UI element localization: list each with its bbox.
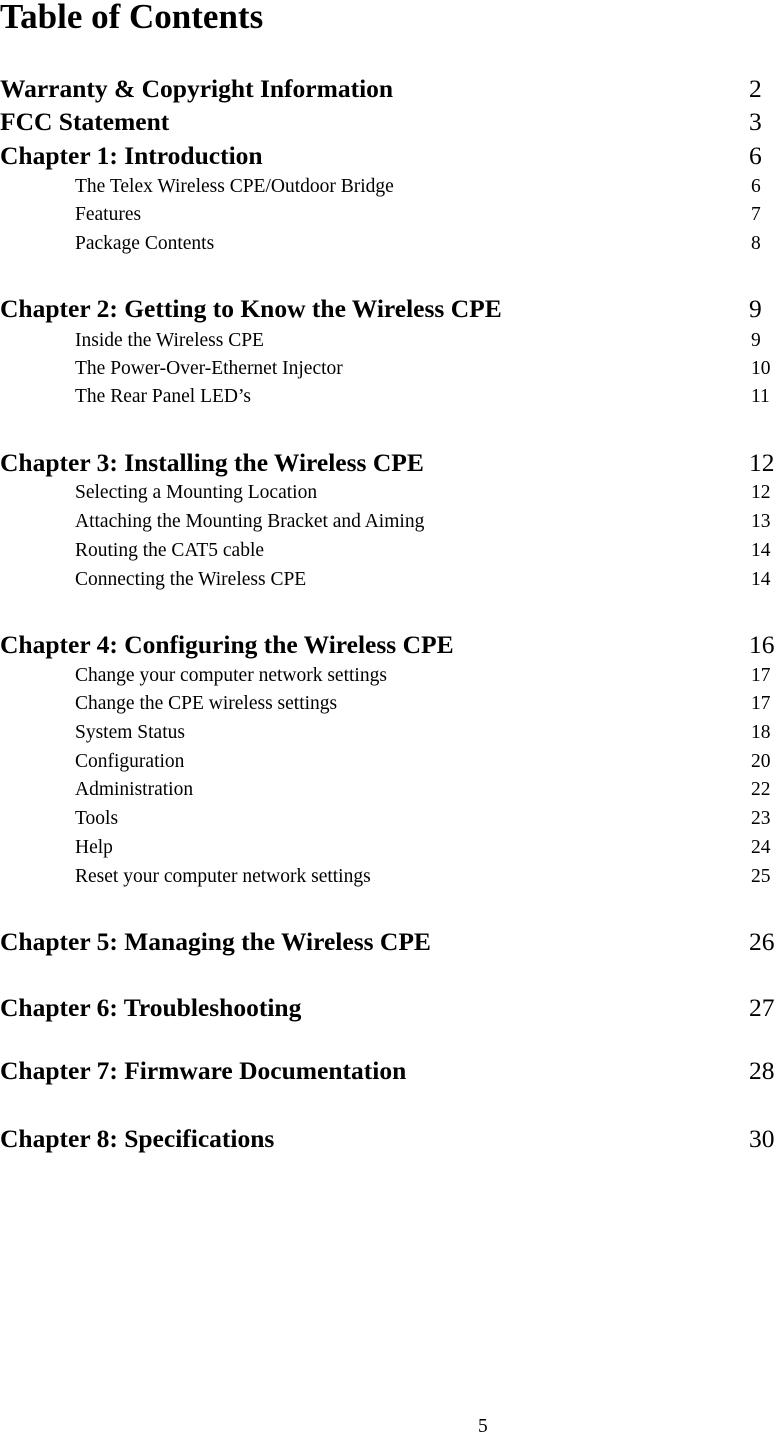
toc-section[interactable]: Help 24 [0,836,777,866]
toc-section-page: 9 [751,330,761,351]
toc-chapter-page: 26 [749,927,775,956]
toc-section[interactable]: Attaching the Mounting Bracket and Aimin… [0,510,777,540]
toc-entry-page: 2 [749,74,762,103]
toc-chapter-page: 6 [749,141,762,170]
toc-section[interactable]: System Status 18 [0,721,777,751]
toc-section-label: Selecting a Mounting Location [75,482,318,503]
toc-section-page: 6 [751,176,761,197]
toc-section[interactable]: Connecting the Wireless CPE 14 [0,568,777,598]
toc-section-label: Change the CPE wireless settings [75,693,338,714]
toc-section-label: Configuration [75,751,185,772]
toc-section-label: Package Contents [75,233,215,254]
toc-section-page: 24 [751,837,771,858]
toc-section-page: 20 [751,751,771,772]
toc-section-label: Inside the Wireless CPE [75,330,264,351]
toc-chapter-5[interactable]: Chapter 5: Managing the Wireless CPE 26 [0,927,777,957]
toc-section[interactable]: Routing the CAT5 cable 14 [0,539,777,569]
toc-section[interactable]: Change your computer network settings 17 [0,664,777,694]
toc-section-page: 8 [751,233,761,254]
toc-section[interactable]: Features 7 [0,203,777,233]
toc-section-page: 17 [751,665,771,686]
toc-chapter-label: Chapter 8: Specifications [0,1124,275,1153]
toc-section-page: 17 [751,693,771,714]
toc-chapter-label: Chapter 5: Managing the Wireless CPE [0,927,431,956]
toc-section-label: Change your computer network settings [75,665,387,686]
toc-chapter-label: Chapter 4: Configuring the Wireless CPE [0,630,454,659]
toc-entry-page: 3 [749,107,762,136]
toc-chapter-label: Chapter 1: Introduction [0,141,263,170]
toc-section[interactable]: The Rear Panel LED’s 11 [0,385,777,415]
toc-section-page: 14 [751,569,771,590]
toc-chapter-label: Chapter 6: Troubleshooting [0,993,302,1022]
toc-chapter-page: 9 [749,294,762,323]
toc-section-page: 11 [751,386,770,407]
toc-chapter-6[interactable]: Chapter 6: Troubleshooting 27 [0,993,777,1023]
toc-section[interactable]: Administration 22 [0,778,777,808]
toc-section-label: Tools [75,808,119,829]
toc-section-label: Connecting the Wireless CPE [75,569,307,590]
toc-section[interactable]: Change the CPE wireless settings 17 [0,692,777,722]
toc-section-page: 23 [751,808,771,829]
toc-section-label: Administration [75,779,194,800]
toc-section-page: 10 [751,358,771,379]
toc-chapter-label: Chapter 3: Installing the Wireless CPE [0,448,424,477]
toc-section-label: Help [75,837,113,858]
toc-section-page: 22 [751,779,771,800]
toc-section-label: Routing the CAT5 cable [75,540,265,561]
toc-chapter-page: 28 [749,1056,775,1085]
toc-entry-warranty[interactable]: Warranty & Copyright Information 2 [0,74,777,104]
toc-entry-label: Warranty & Copyright Information [0,74,394,103]
toc-section-page: 25 [751,866,771,887]
toc-section-page: 13 [751,511,771,532]
toc-section-page: 7 [751,204,761,225]
toc-chapter-label: Chapter 2: Getting to Know the Wireless … [0,294,502,323]
toc-chapter-page: 16 [749,630,775,659]
toc-section-label: Attaching the Mounting Bracket and Aimin… [75,511,425,532]
toc-chapter-page: 27 [749,993,775,1022]
toc-entry-label: FCC Statement [0,107,170,136]
toc-chapter-page: 12 [749,448,775,477]
toc-chapter-3[interactable]: Chapter 3: Installing the Wireless CPE 1… [0,448,777,478]
toc-chapter-2[interactable]: Chapter 2: Getting to Know the Wireless … [0,294,777,324]
toc-chapter-1[interactable]: Chapter 1: Introduction 6 [0,141,777,171]
toc-section[interactable]: The Telex Wireless CPE/Outdoor Bridge 6 [0,175,777,205]
toc-section-label: The Rear Panel LED’s [75,386,251,407]
toc-chapter-4[interactable]: Chapter 4: Configuring the Wireless CPE … [0,630,777,660]
toc-chapter-7[interactable]: Chapter 7: Firmware Documentation 28 [0,1056,777,1086]
toc-section-page: 14 [751,540,771,561]
page-number: 5 [478,1416,488,1437]
toc-chapter-page: 30 [749,1124,775,1153]
toc-section[interactable]: The Power-Over-Ethernet Injector 10 [0,357,777,387]
toc-section-page: 18 [751,722,771,743]
toc-section-label: The Telex Wireless CPE/Outdoor Bridge [75,176,394,197]
toc-section[interactable]: Selecting a Mounting Location 12 [0,481,777,511]
toc-chapter-label: Chapter 7: Firmware Documentation [0,1056,407,1085]
toc-section[interactable]: Reset your computer network settings 25 [0,865,777,895]
toc-chapter-8[interactable]: Chapter 8: Specifications 30 [0,1124,777,1154]
toc-entry-fcc-statement[interactable]: FCC Statement 3 [0,107,777,137]
toc-section[interactable]: Tools 23 [0,807,777,837]
page-title: Table of Contents [0,0,264,36]
toc-section-page: 12 [751,482,771,503]
toc-section[interactable]: Package Contents 8 [0,232,777,262]
toc-section-label: System Status [75,722,185,743]
toc-section[interactable]: Inside the Wireless CPE 9 [0,329,777,359]
toc-section-label: Features [75,204,142,225]
toc-section-label: Reset your computer network settings [75,866,371,887]
toc-section-label: The Power-Over-Ethernet Injector [75,358,343,379]
toc-section[interactable]: Configuration 20 [0,750,777,780]
